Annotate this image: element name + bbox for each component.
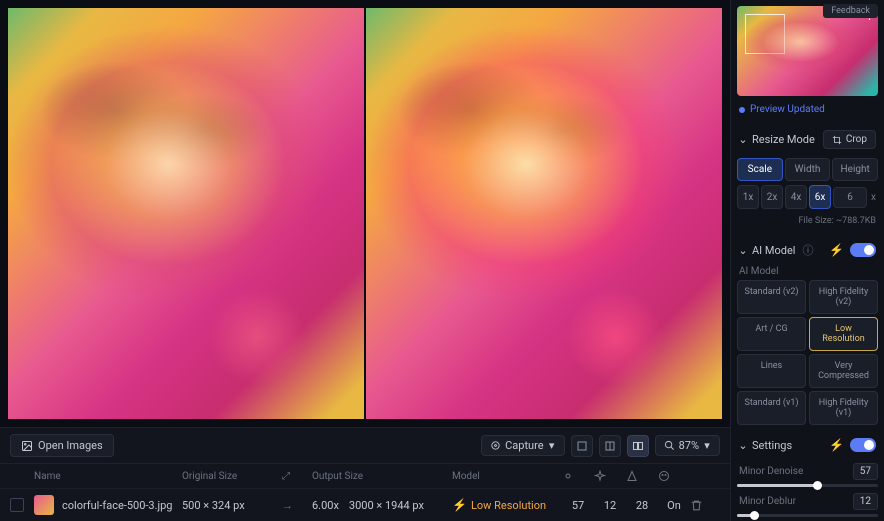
denoise-label: Minor Denoise — [737, 463, 805, 480]
deblur-slider[interactable] — [737, 514, 878, 517]
open-images-button[interactable]: Open Images — [10, 434, 114, 457]
capture-button[interactable]: Capture ▾ — [481, 435, 564, 456]
model-art-cg[interactable]: Art / CG — [737, 317, 806, 351]
file-denoise: 57 — [562, 499, 594, 512]
zoom-icon — [664, 440, 675, 451]
denoise-icon — [562, 470, 594, 482]
scale-4x[interactable]: 4x — [785, 185, 807, 209]
tab-height[interactable]: Height — [832, 158, 878, 181]
feedback-button[interactable]: Feedback — [823, 4, 878, 18]
scale-2x[interactable]: 2x — [761, 185, 783, 209]
sharpen-icon — [626, 470, 658, 482]
delete-button[interactable] — [690, 499, 720, 512]
chevron-down-icon: ▾ — [703, 442, 711, 450]
bolt-icon: ⚡ — [829, 438, 844, 452]
model-lines[interactable]: Lines — [737, 354, 806, 388]
file-row[interactable]: colorful-face-500-3.jpg 500 × 324 px → 6… — [0, 488, 730, 521]
file-output-size: 3000 × 1944 px — [349, 499, 424, 512]
crop-icon — [832, 135, 842, 145]
chevron-down-icon: ▾ — [548, 442, 556, 450]
file-face: On — [658, 499, 690, 512]
chevron-down-icon: ⌄ — [739, 441, 747, 449]
settings-auto-toggle[interactable] — [850, 438, 876, 452]
crop-button[interactable]: Crop — [823, 130, 876, 149]
face-icon — [658, 470, 690, 482]
scale-1x[interactable]: 1x — [737, 185, 759, 209]
file-name: colorful-face-500-3.jpg — [62, 499, 172, 512]
bolt-icon: ⚡ — [452, 498, 467, 512]
model-standard-v2[interactable]: Standard (v2) — [737, 280, 806, 314]
denoise-value[interactable]: 57 — [853, 463, 878, 480]
zoom-display[interactable]: 87% ▾ — [655, 435, 720, 456]
scale-custom-input[interactable] — [833, 187, 867, 208]
view-single-button[interactable] — [571, 435, 593, 457]
ai-auto-toggle[interactable] — [850, 243, 876, 257]
sidebar: ⋮ Preview Updated ⌄ Resize Mode Crop Sca… — [730, 0, 884, 521]
preview-before[interactable] — [8, 8, 364, 419]
preview-status: Preview Updated — [737, 100, 878, 119]
deblur-value[interactable]: 12 — [853, 493, 878, 510]
deblur-icon — [594, 470, 626, 482]
header-output: Output Size — [312, 471, 452, 482]
preview-comparison — [0, 0, 730, 427]
view-side-button[interactable] — [627, 435, 649, 457]
header-model: Model — [452, 471, 562, 482]
file-scale: 6.00x — [312, 499, 339, 512]
expand-icon: ⤢ — [282, 471, 312, 482]
chevron-down-icon: ⌄ — [739, 136, 747, 144]
file-original-size: 500 × 324 px — [182, 499, 282, 512]
image-icon — [21, 440, 33, 452]
row-checkbox[interactable] — [10, 498, 24, 512]
file-deblur: 12 — [594, 499, 626, 512]
tab-scale[interactable]: Scale — [737, 158, 783, 181]
target-icon — [490, 440, 501, 451]
deblur-label: Minor Deblur — [737, 493, 798, 510]
file-sharpen: 28 — [626, 499, 658, 512]
bottom-panel: Open Images Capture ▾ 87% ▾ — [0, 427, 730, 521]
view-split-button[interactable] — [599, 435, 621, 457]
ai-model-label: AI Model — [737, 263, 878, 280]
header-name: Name — [34, 471, 182, 482]
mini-preview[interactable] — [737, 6, 878, 96]
tab-width[interactable]: Width — [785, 158, 831, 181]
settings-section-header[interactable]: ⌄ Settings ⚡ — [737, 433, 878, 457]
header-original: Original Size — [182, 471, 282, 482]
chevron-down-icon: ⌄ — [739, 246, 747, 254]
model-high-fidelity-v2[interactable]: High Fidelity (v2) — [809, 280, 878, 314]
model-low-resolution[interactable]: Low Resolution — [809, 317, 878, 351]
ai-model-section-header[interactable]: ⌄ AI Model ⓘ ⚡ — [737, 237, 878, 263]
preview-after[interactable] — [366, 8, 722, 419]
resize-section-header[interactable]: ⌄ Resize Mode Crop — [737, 125, 878, 154]
status-dot-icon — [739, 107, 745, 113]
scale-6x[interactable]: 6x — [809, 185, 831, 209]
denoise-slider[interactable] — [737, 484, 878, 487]
model-standard-v1[interactable]: Standard (v1) — [737, 391, 806, 425]
file-size-estimate: File Size: ~788.7KB — [737, 213, 878, 229]
file-thumbnail — [34, 495, 54, 515]
bolt-icon: ⚡ — [829, 243, 844, 257]
info-icon[interactable]: ⓘ — [802, 242, 813, 258]
x-label: x — [869, 192, 878, 203]
file-model: Low Resolution — [471, 499, 546, 512]
preview-viewport-box[interactable] — [745, 14, 785, 54]
model-very-compressed[interactable]: Very Compressed — [809, 354, 878, 388]
model-high-fidelity-v1[interactable]: High Fidelity (v1) — [809, 391, 878, 425]
